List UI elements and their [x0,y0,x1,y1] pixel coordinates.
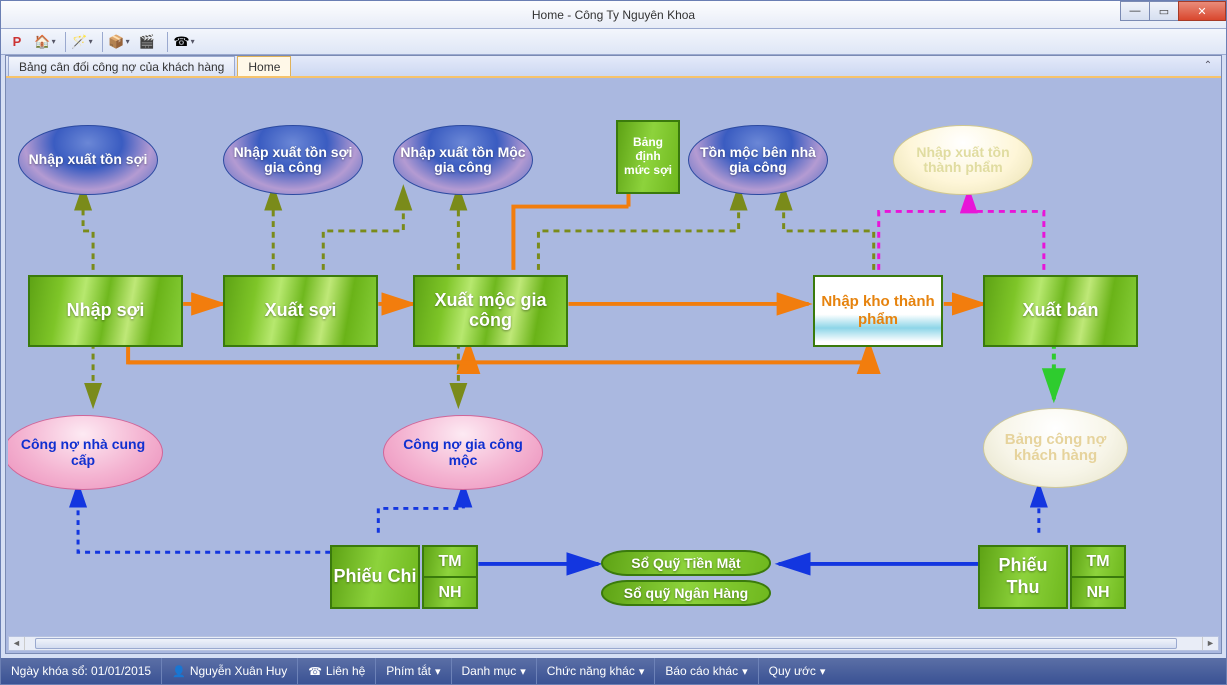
label-nh2[interactable]: NH [1072,578,1124,607]
node-sqtm[interactable]: Sổ Quỹ Tiền Mặt [601,550,771,576]
status-phimtat[interactable]: Phím tắt▾ [376,658,451,684]
box-icon[interactable]: 📦▾ [107,31,131,53]
node-xuatban[interactable]: Xuất bán [983,275,1138,347]
close-button[interactable]: ✕ [1178,1,1226,21]
node-xuatsoi[interactable]: Xuất sợi [223,275,378,347]
status-cnkhac[interactable]: Chức năng khác▾ [537,658,656,684]
minimize-button[interactable]: — [1120,1,1150,21]
node-phieuthu[interactable]: Phiếu Thu [978,545,1068,609]
status-quyuoc[interactable]: Quy ước▾ [759,658,836,684]
app-logo-icon[interactable]: P [5,31,29,53]
node-sqnh[interactable]: Sổ quỹ Ngân Hàng [601,580,771,606]
wand-icon[interactable]: 🪄▾ [70,31,94,53]
clapper-icon[interactable]: 🎬 [135,31,159,53]
home-icon[interactable]: 🏠▾ [33,31,57,53]
status-bckhac[interactable]: Báo cáo khác▾ [655,658,758,684]
status-date[interactable]: Ngày khóa sổ: 01/01/2015 [1,658,162,684]
titlebar: Home - Công Ty Nguyên Khoa — ▭ ✕ [1,1,1226,29]
node-nxts[interactable]: Nhập xuất tồn sợi [18,125,158,195]
node-tmnh-chi[interactable]: TM NH [422,545,478,609]
maximize-button[interactable]: ▭ [1149,1,1179,21]
phone-icon[interactable]: ☎▾ [172,31,196,53]
statusbar: Ngày khóa sổ: 01/01/2015 👤Nguyễn Xuân Hu… [1,658,1226,684]
node-bdms[interactable]: Bảng định mức sợi [616,120,680,194]
node-nxttp[interactable]: Nhập xuất tồn thành phẩm [893,125,1033,195]
status-lienhe[interactable]: ☎Liên hệ [298,658,376,684]
phone-icon-status: ☎ [308,665,322,678]
label-tm[interactable]: TM [424,547,476,578]
node-cngcm[interactable]: Công nợ gia công mộc [383,415,543,490]
node-xmgc[interactable]: Xuất mộc gia công [413,275,568,347]
status-danhmuc[interactable]: Danh mục▾ [452,658,537,684]
label-nh[interactable]: NH [424,578,476,607]
content-frame: ⌃ Bảng cân đối công nợ của khách hàng Ho… [5,55,1222,654]
diagram-canvas: Nhập xuất tồn sợi Nhập xuất tồn sợi gia … [8,80,1219,635]
window-title: Home - Công Ty Nguyên Khoa [1,8,1226,22]
node-bcnkh[interactable]: Bảng công nợ khách hàng [983,408,1128,488]
tab-balance[interactable]: Bảng cân đối công nợ của khách hàng [8,56,235,76]
toolbar: P 🏠▾ 🪄▾ 📦▾ 🎬 ☎▾ [1,29,1226,55]
node-tmbngc[interactable]: Tồn mộc bên nhà gia công [688,125,828,195]
node-nhapsoi[interactable]: Nhập sợi [28,275,183,347]
node-phieuchi[interactable]: Phiếu Chi [330,545,420,609]
node-nktp[interactable]: Nhập kho thành phẩm [813,275,943,347]
node-cnncc[interactable]: Công nợ nhà cung cấp [8,415,163,490]
node-nxtmgc[interactable]: Nhập xuất tồn Mộc gia công [393,125,533,195]
label-tm2[interactable]: TM [1072,547,1124,578]
user-icon: 👤 [172,665,186,678]
tabstrip: Bảng cân đối công nợ của khách hàng Home [6,56,1221,78]
horizontal-scrollbar[interactable]: ◄ ► [8,636,1219,651]
node-tmnh-thu[interactable]: TM NH [1070,545,1126,609]
collapse-icon[interactable]: ⌃ [1201,60,1215,74]
node-nxtsgc[interactable]: Nhập xuất tồn sợi gia công [223,125,363,195]
status-user[interactable]: 👤Nguyễn Xuân Huy [162,658,298,684]
tab-home[interactable]: Home [237,56,291,76]
